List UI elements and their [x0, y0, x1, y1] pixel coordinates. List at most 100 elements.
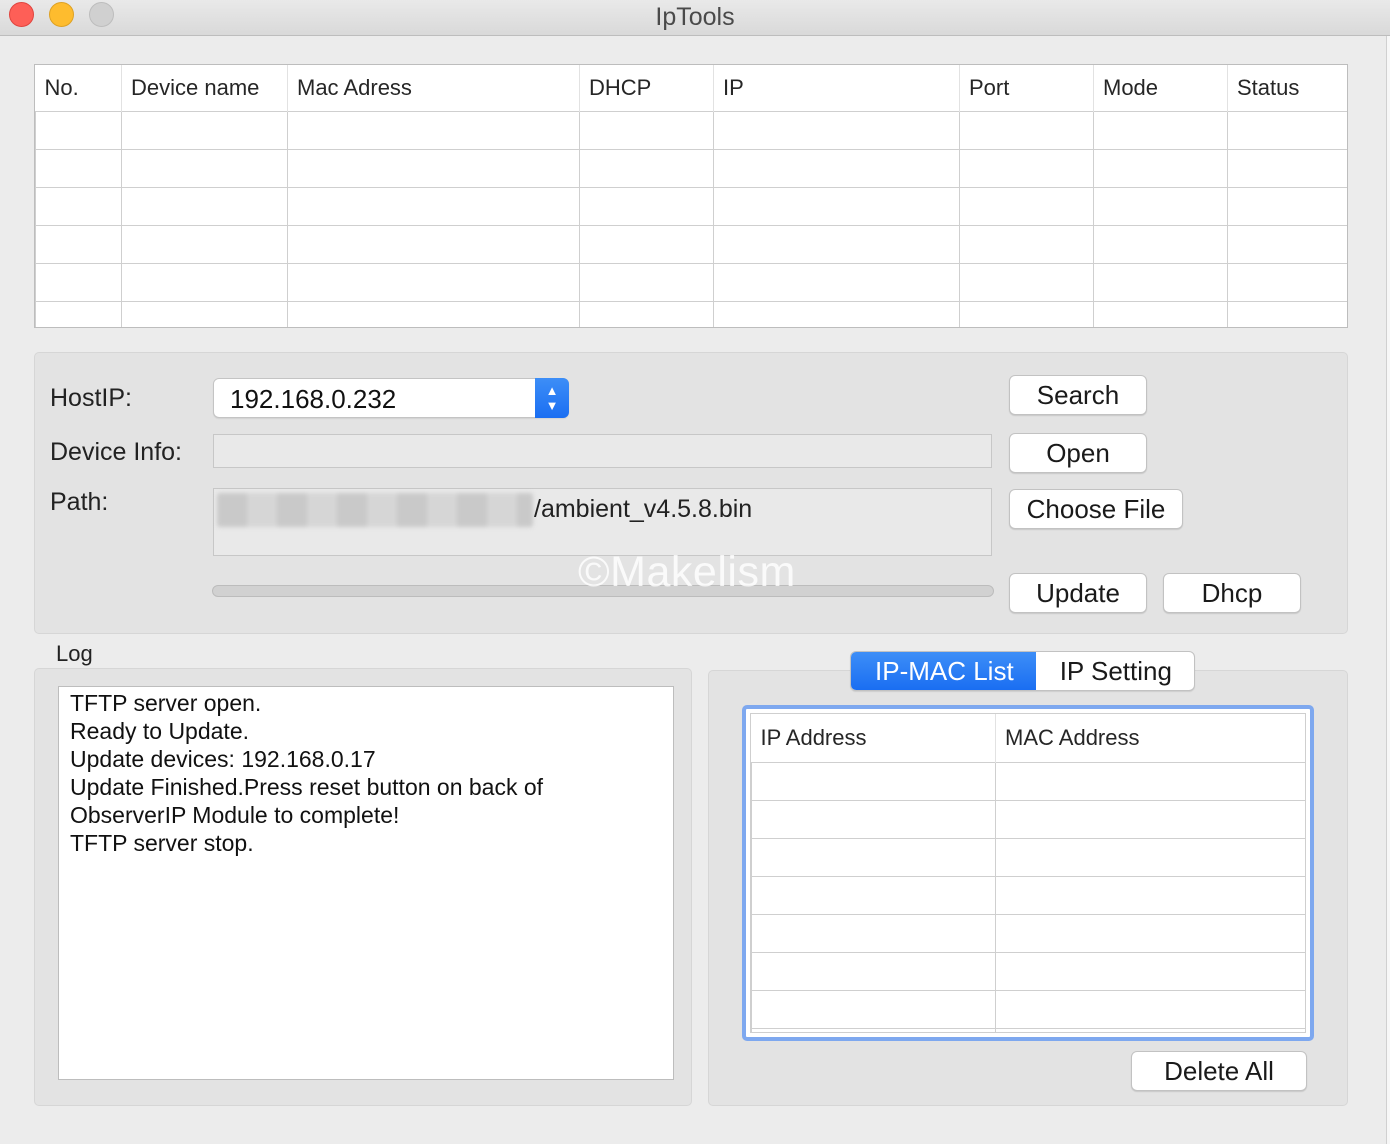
window-edge — [1386, 36, 1390, 1144]
device-table-grid: No. Device name Mac Adress DHCP IP Port … — [35, 65, 1347, 327]
redacted-path-blur — [217, 493, 533, 527]
host-ip-select[interactable]: 192.168.0.232 ▲ ▼ — [213, 378, 569, 418]
table-cell — [579, 186, 714, 226]
table-cell — [35, 110, 122, 150]
table-cell — [1093, 148, 1228, 188]
table-row[interactable] — [751, 761, 1305, 801]
table-row[interactable] — [751, 875, 1305, 915]
table-cell — [1227, 110, 1347, 150]
table-cell — [121, 186, 288, 226]
ip-mac-table[interactable]: IP Address MAC Address — [742, 705, 1314, 1041]
select-arrows-icon[interactable]: ▲ ▼ — [535, 378, 569, 418]
table-cell — [751, 761, 996, 801]
column-header-mode[interactable]: Mode — [1093, 65, 1228, 111]
ip-mac-table-header: IP Address MAC Address — [752, 714, 1305, 762]
table-cell — [579, 300, 714, 327]
table-cell — [1227, 148, 1347, 188]
table-cell — [35, 148, 122, 188]
table-row[interactable] — [751, 1027, 1305, 1032]
table-cell — [995, 913, 1305, 953]
table-cell — [121, 148, 288, 188]
table-cell — [287, 224, 580, 264]
table-cell — [579, 148, 714, 188]
log-line: Update Finished.Press reset button on ba… — [70, 774, 544, 800]
ip-mac-table-body — [751, 761, 1305, 1032]
table-row[interactable] — [35, 148, 1347, 188]
ip-mac-table-grid: IP Address MAC Address — [751, 714, 1305, 1032]
update-button[interactable]: Update — [1009, 573, 1147, 613]
open-button[interactable]: Open — [1009, 433, 1147, 473]
device-info-field — [213, 434, 992, 468]
table-cell — [995, 761, 1305, 801]
table-cell — [287, 148, 580, 188]
table-cell — [121, 224, 288, 264]
path-field: /ambient_v4.5.8.bin — [213, 488, 992, 556]
tab-ip-setting[interactable]: IP Setting — [1036, 652, 1194, 690]
path-label: Path: — [50, 488, 109, 516]
table-cell — [579, 224, 714, 264]
table-cell — [35, 224, 122, 264]
table-row[interactable] — [751, 951, 1305, 991]
log-title: Log — [56, 641, 93, 666]
table-row[interactable] — [35, 300, 1347, 327]
delete-all-button[interactable]: Delete All — [1131, 1051, 1307, 1091]
dhcp-button[interactable]: Dhcp — [1163, 573, 1301, 613]
column-header-no[interactable]: No. — [36, 65, 122, 111]
table-row[interactable] — [35, 262, 1347, 302]
table-cell — [1227, 300, 1347, 327]
table-cell — [35, 186, 122, 226]
column-header-port[interactable]: Port — [959, 65, 1094, 111]
table-cell — [1227, 224, 1347, 264]
search-button[interactable]: Search — [1009, 375, 1147, 415]
host-ip-value: 192.168.0.232 — [230, 384, 397, 414]
column-header-status[interactable]: Status — [1227, 65, 1347, 111]
path-value: /ambient_v4.5.8.bin — [534, 495, 753, 523]
table-cell — [959, 186, 1094, 226]
table-cell — [35, 300, 122, 327]
table-cell — [959, 300, 1094, 327]
column-header-mac-address[interactable]: MAC Address — [995, 714, 1305, 762]
table-row[interactable] — [751, 989, 1305, 1029]
table-cell — [35, 262, 122, 302]
log-textarea[interactable]: TFTP server open. Ready to Update. Updat… — [58, 686, 674, 1080]
table-cell — [751, 799, 996, 839]
host-ip-label: HostIP: — [50, 384, 132, 412]
table-cell — [579, 110, 714, 150]
table-cell — [287, 186, 580, 226]
table-cell — [713, 186, 960, 226]
table-row[interactable] — [35, 186, 1347, 226]
table-cell — [1227, 262, 1347, 302]
table-row[interactable] — [751, 837, 1305, 877]
log-line: Ready to Update. — [70, 718, 250, 744]
tab-ip-mac-list[interactable]: IP-MAC List — [851, 652, 1036, 690]
choose-file-button[interactable]: Choose File — [1009, 489, 1183, 529]
device-table[interactable]: No. Device name Mac Adress DHCP IP Port … — [34, 64, 1348, 328]
table-row[interactable] — [751, 913, 1305, 953]
table-cell — [995, 799, 1305, 839]
table-cell — [751, 951, 996, 991]
table-cell — [751, 875, 996, 915]
panel-tabs: IP-MAC List IP Setting — [850, 651, 1195, 691]
log-line: ObserverIP Module to complete! — [70, 802, 400, 828]
table-cell — [751, 1027, 996, 1032]
table-cell — [959, 110, 1094, 150]
table-cell — [713, 300, 960, 327]
table-cell — [1093, 186, 1228, 226]
column-header-ip[interactable]: IP — [713, 65, 960, 111]
column-header-mac-address[interactable]: Mac Adress — [287, 65, 580, 111]
title-bar: IpTools — [0, 0, 1390, 36]
table-cell — [995, 875, 1305, 915]
device-table-body — [35, 110, 1347, 327]
column-header-device-name[interactable]: Device name — [121, 65, 288, 111]
table-cell — [121, 110, 288, 150]
table-row[interactable] — [751, 799, 1305, 839]
column-header-dhcp[interactable]: DHCP — [579, 65, 714, 111]
table-cell — [995, 989, 1305, 1029]
log-line: Update devices: 192.168.0.17 — [70, 746, 376, 772]
column-header-ip-address[interactable]: IP Address — [752, 714, 996, 762]
table-cell — [995, 837, 1305, 877]
table-cell — [1093, 262, 1228, 302]
table-row[interactable] — [35, 224, 1347, 264]
watermark-text: ©Makelism — [578, 548, 796, 596]
table-row[interactable] — [35, 110, 1347, 150]
